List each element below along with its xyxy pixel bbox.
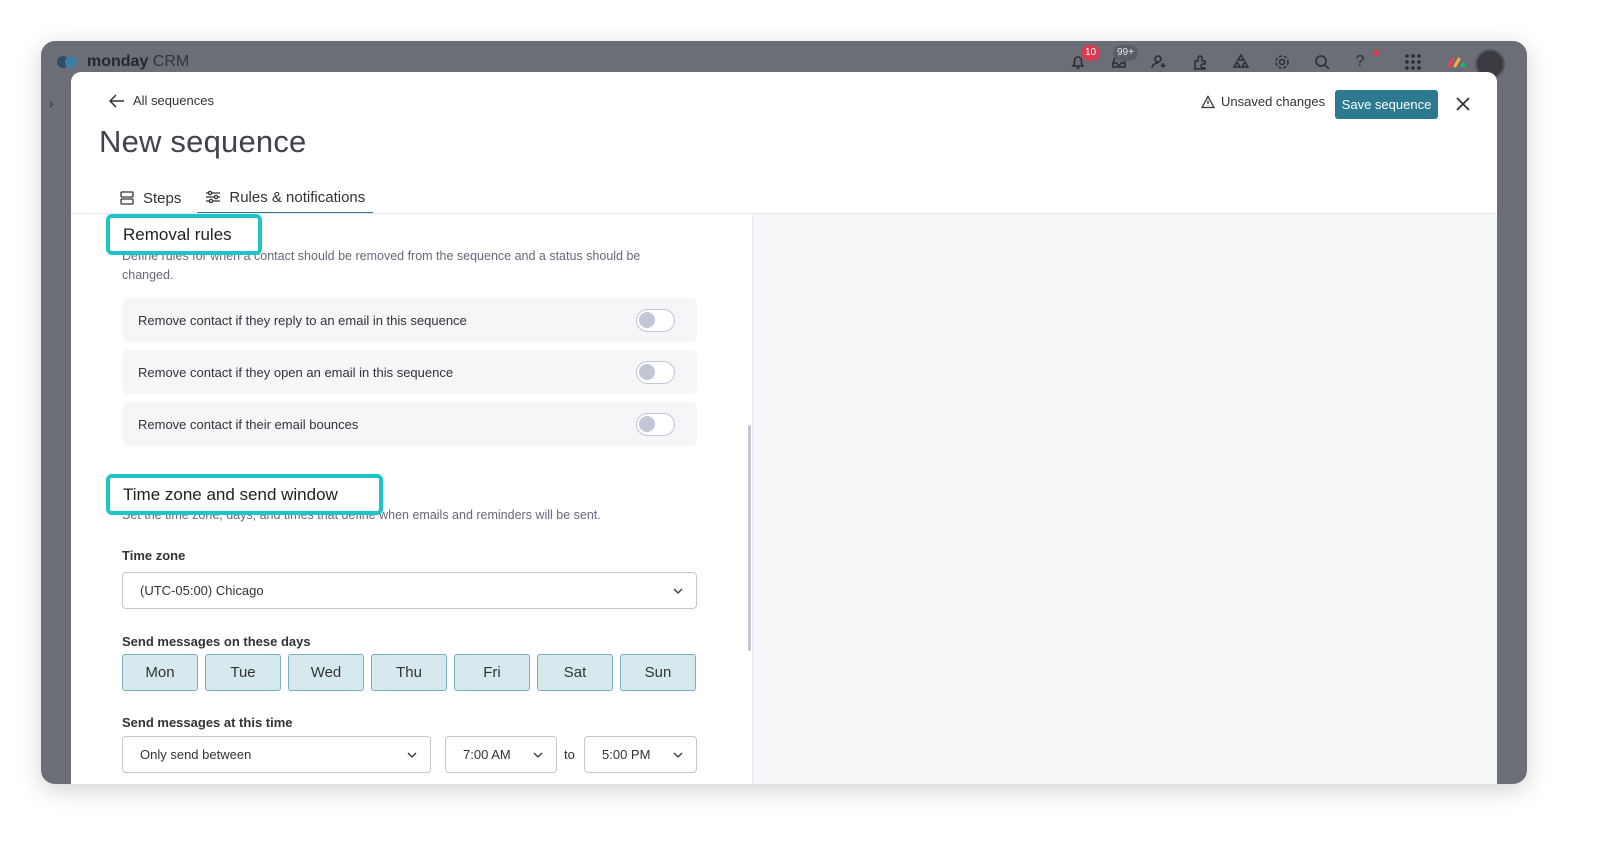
unsaved-indicator: Unsaved changes [1201,94,1325,109]
sliders-icon [206,190,221,204]
app-logo[interactable]: monday CRM [57,53,189,71]
rule-toggle-open[interactable] [636,361,675,384]
day-tue-button[interactable]: Tue [205,654,281,691]
preview-pane [752,214,1497,784]
notifications-badge: 10 [1081,45,1101,61]
rule-label: Remove contact if their email bounces [138,416,359,432]
start-time-value: 7:00 AM [463,747,511,762]
day-thu-button[interactable]: Thu [371,654,447,691]
chevron-down-icon [533,752,543,758]
chevron-down-icon [673,752,683,758]
rule-row-open: Remove contact if they open an email in … [122,350,697,394]
send-time-label: Send messages at this time [122,715,293,730]
scrollbar[interactable] [748,425,751,651]
search-icon[interactable] [1311,51,1333,73]
apps-grid-icon[interactable] [1402,51,1424,73]
page-title: New sequence [99,124,307,159]
rule-row-reply: Remove contact if they reply to an email… [122,298,697,342]
time-zone-select[interactable]: (UTC-05:00) Chicago [122,572,697,609]
tab-rules-label: Rules & notifications [229,188,366,206]
brand-name: monday [87,53,149,70]
list-icon [120,191,134,205]
day-fri-button[interactable]: Fri [454,654,530,691]
app-name: monday CRM [87,53,189,71]
help-dot [1373,50,1379,56]
back-link-label: All sequences [133,93,214,108]
monday-mark-icon[interactable] [1446,51,1468,73]
product-name: CRM [152,53,190,70]
save-sequence-button[interactable]: Save sequence [1335,90,1438,119]
end-time-select[interactable]: 5:00 PM [584,736,697,773]
monday-logo-icon [57,53,79,71]
warning-icon [1201,94,1215,108]
inbox-badge: 99+ [1113,45,1138,61]
time-zone-title: Time zone and send window [106,474,383,515]
tab-steps-label: Steps [143,189,182,207]
day-sun-button[interactable]: Sun [620,654,696,691]
help-icon[interactable]: ? [1349,51,1371,73]
back-to-sequences-link[interactable]: All sequences [109,93,214,108]
rule-row-bounce: Remove contact if their email bounces [122,402,697,446]
removal-rules-title: Removal rules [106,214,262,255]
tab-bar: Steps Rules & notifications [111,182,374,214]
start-time-select[interactable]: 7:00 AM [445,736,557,773]
tab-rules-notifications[interactable]: Rules & notifications [197,182,374,214]
invite-user-icon[interactable] [1148,51,1170,73]
to-label: to [564,747,575,762]
day-sat-button[interactable]: Sat [537,654,613,691]
time-zone-value: (UTC-05:00) Chicago [140,583,264,598]
day-mon-button[interactable]: Mon [122,654,198,691]
marketplace-icon[interactable] [1230,51,1252,73]
app-window: monday CRM 10 99+ ? › All sequences New … [41,41,1527,784]
close-icon[interactable] [1452,93,1474,115]
rules-pane: Define rules for when a contact should b… [71,214,752,784]
rule-label: Remove contact if they open an email in … [138,364,454,380]
chevron-down-icon [673,588,683,594]
rule-toggle-bounce[interactable] [636,413,675,436]
send-mode-value: Only send between [140,747,252,762]
send-days-label: Send messages on these days [122,634,311,649]
chevron-down-icon [407,752,417,758]
rule-label: Remove contact if they reply to an email… [138,312,467,328]
arrow-left-icon [109,93,124,108]
time-zone-heading: Time zone and send window [123,484,338,504]
sidebar-expand-icon[interactable]: › [49,95,54,111]
unsaved-label: Unsaved changes [1221,94,1326,109]
send-mode-select[interactable]: Only send between [122,736,431,773]
settings-icon[interactable] [1271,51,1293,73]
integrations-icon[interactable] [1189,51,1211,73]
rule-toggle-reply[interactable] [636,309,675,332]
time-zone-label: Time zone [122,548,186,563]
day-wed-button[interactable]: Wed [288,654,364,691]
removal-rules-heading: Removal rules [123,224,232,244]
end-time-value: 5:00 PM [602,747,651,762]
tab-steps[interactable]: Steps [111,182,189,214]
sequence-modal: All sequences New sequence Unsaved chang… [71,72,1497,784]
